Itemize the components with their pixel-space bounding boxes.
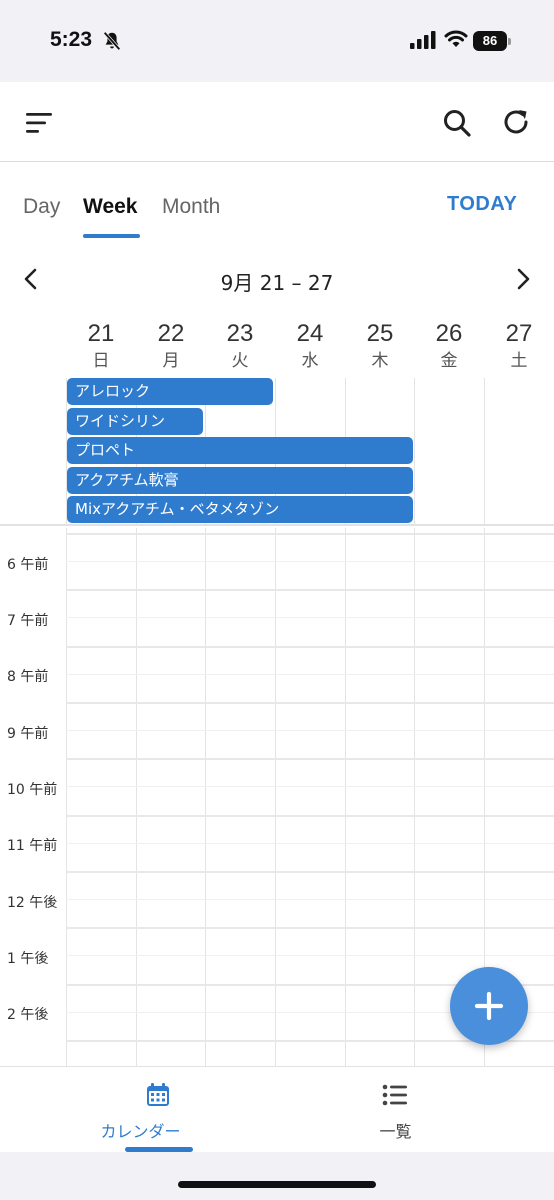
half-hour-line [66,674,554,675]
day-name: 金 [440,351,458,371]
time-label: 6 午前 [7,557,49,573]
all-day-events-area: アレロック ワイドシリン プロペト アクアチム軟膏 Mixアクアチム・ベタメタゾ… [0,378,554,526]
all-day-event[interactable]: Mixアクアチム・ベタメタゾン [67,496,413,523]
half-hour-line [66,899,554,900]
hour-line [66,927,554,929]
day-headers: 21 日 22 月 23 火 24 水 25 木 26 金 27 土 [66,318,554,378]
hour-line [66,871,554,873]
day-header-sat[interactable]: 27 土 [484,318,554,372]
day-header-thu[interactable]: 25 木 [345,318,415,372]
day-number: 24 [296,320,324,347]
nav-item-calendar[interactable]: カレンダー [20,1067,297,1153]
calendar-icon [147,1083,169,1106]
bottom-navigation: カレンダー 一覧 [0,1066,554,1152]
half-hour-line [66,617,554,618]
half-hour-line [66,955,554,956]
day-name: 水 [301,351,319,371]
day-name: 木 [371,351,389,371]
wifi-icon [444,30,468,47]
hour-line [66,533,554,535]
tab-day[interactable]: Day [23,195,60,219]
day-number: 27 [505,320,533,347]
chevron-right-icon[interactable] [514,267,534,291]
day-header-wed[interactable]: 24 水 [275,318,345,372]
day-name: 月 [162,351,180,371]
half-hour-line [66,786,554,787]
view-tabs: Day Week Month TODAY [0,163,554,243]
plus-icon [474,991,504,1021]
tab-week[interactable]: Week [83,195,137,219]
search-icon[interactable] [442,108,472,138]
day-name: 火 [231,351,249,371]
all-day-event[interactable]: ワイドシリン [67,408,203,435]
hour-line [66,589,554,591]
bell-muted-icon [103,31,121,51]
day-header-tue[interactable]: 23 火 [205,318,275,372]
hour-line [66,646,554,648]
time-label: 2 午後 [7,1007,49,1023]
battery-tip [508,38,511,45]
time-label: 9 午前 [7,726,49,742]
nav-label-calendar: カレンダー [100,1122,181,1141]
hour-line [66,702,554,704]
nav-item-list[interactable]: 一覧 [257,1067,534,1153]
day-header-fri[interactable]: 26 金 [414,318,484,372]
day-number: 26 [435,320,463,347]
day-number: 25 [366,320,394,347]
day-number: 21 [87,320,115,347]
day-number: 22 [157,320,185,347]
day-header-mon[interactable]: 22 月 [136,318,206,372]
day-header-sun[interactable]: 21 日 [66,318,136,372]
home-indicator[interactable] [178,1181,376,1188]
all-day-event[interactable]: アクアチム軟膏 [67,467,413,494]
menu-icon[interactable] [26,112,54,134]
cellular-signal-icon [410,31,436,49]
nav-label-list: 一覧 [379,1122,412,1141]
refresh-icon[interactable] [500,106,532,138]
half-hour-line [66,561,554,562]
day-name: 土 [510,351,528,371]
week-range-label: 9月 21 – 27 [220,271,334,295]
hour-line [66,758,554,760]
time-label: 7 午前 [7,613,49,629]
all-day-event[interactable]: アレロック [67,378,273,405]
list-icon [382,1084,407,1106]
battery-level: 86 [473,31,507,51]
status-time: 5:23 [50,28,93,51]
battery-indicator: 86 [473,31,513,51]
all-day-event[interactable]: プロペト [67,437,413,464]
time-label: 8 午前 [7,669,49,685]
app-bar [0,82,554,162]
add-event-button[interactable] [450,967,528,1045]
half-hour-line [66,730,554,731]
hour-line [66,815,554,817]
status-bar: 5:23 86 [0,0,554,82]
day-name: 日 [92,351,110,371]
tab-month[interactable]: Month [162,195,220,219]
week-navigation: 9月 21 – 27 [0,255,554,305]
time-label: 12 午後 [7,895,58,911]
time-label: 11 午前 [7,838,58,854]
time-label: 1 午後 [7,951,49,967]
active-tab-indicator [83,234,140,238]
half-hour-line [66,843,554,844]
home-indicator-area [0,1152,554,1200]
day-number: 23 [226,320,254,347]
column-divider [484,378,485,526]
time-label: 10 午前 [7,782,58,798]
today-button[interactable]: TODAY [447,193,517,216]
column-divider [414,378,415,526]
